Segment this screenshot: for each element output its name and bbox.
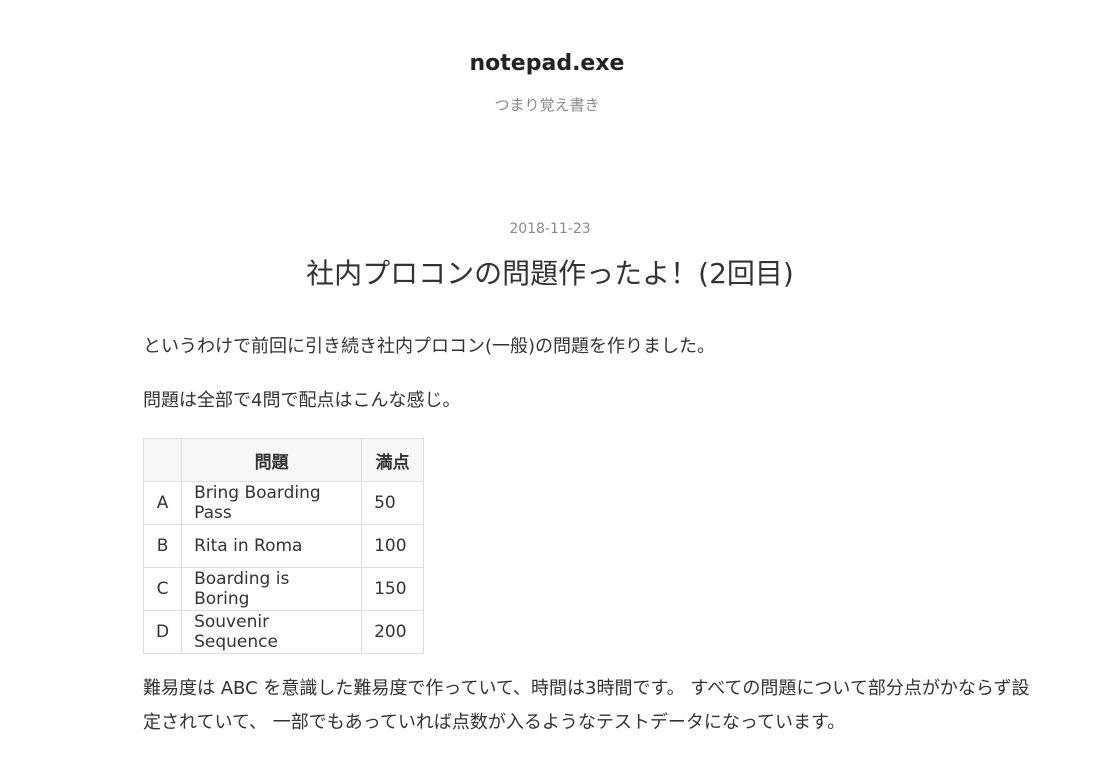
problem-name-cell: Boarding is Boring [181,567,363,611]
table-header-cell: 問題 [181,438,363,482]
table-header-cell: 満点 [361,438,425,482]
table-header-row: 問題 満点 [142,438,425,482]
table-row: C Boarding is Boring 150 [142,567,425,611]
post-date: 2018-11-23 [509,221,591,237]
problem-score-cell: 100 [361,524,425,568]
problem-name-cell: Bring Boarding Pass [181,481,363,525]
problem-id-cell: A [142,481,183,525]
problem-score-cell: 50 [361,481,425,525]
problem-score-cell: 200 [361,610,425,654]
paragraph-scoring: 問題は全部で4問で配点はこんな感じ。 [143,390,461,411]
table-header-cell [142,438,183,482]
problem-id-cell: B [142,524,183,568]
table-row: B Rita in Roma 100 [142,524,425,568]
site-title: notepad.exe [0,48,1094,80]
post-title: 社内プロコンの問題作ったよ！(2回目) [306,257,794,290]
problem-score-cell: 150 [361,567,425,611]
problem-name-cell: Rita in Roma [181,524,363,568]
site-tagline: つまり覚え書き [494,96,600,114]
site-header: notepad.exe つまり覚え書き [0,0,1094,116]
paragraph-difficulty: 難易度は ABC を意識した難易度で作っていて、時間は3時間です。 すべての問題… [143,678,1030,733]
problem-id-cell: D [142,610,183,654]
post: 2018-11-23 社内プロコンの問題作ったよ！(2回目) というわけで前回に… [142,218,1043,740]
problem-name-cell: Souvenir Sequence [181,610,363,654]
site-title-link[interactable]: notepad.exe [470,51,625,76]
problem-id-cell: C [142,567,183,611]
table-row: A Bring Boarding Pass 50 [142,481,425,525]
score-table: 問題 満点 A Bring Boarding Pass 50 B Rita in… [142,438,425,654]
table-row: D Souvenir Sequence 200 [142,610,425,654]
paragraph-intro: というわけで前回に引き続き社内プロコン(一般)の問題を作りました。 [143,336,716,357]
post-body: というわけで前回に引き続き社内プロコン(一般)の問題を作りました。 問題は全部で… [142,330,1043,740]
